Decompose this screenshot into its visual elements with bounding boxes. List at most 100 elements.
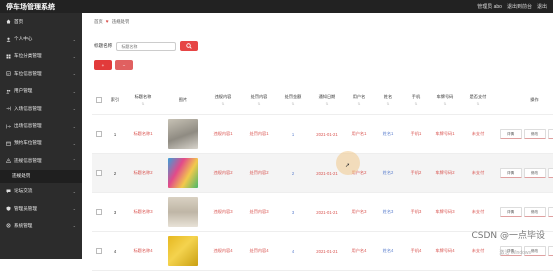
cell-plate: 车牌号码1 — [430, 115, 460, 154]
cell-penalty: 处罚内容3 — [242, 193, 276, 232]
cell-plate: 车牌号码4 — [430, 232, 460, 271]
column-header[interactable]: 是否支付⇅ — [460, 86, 496, 115]
cell-title[interactable]: 标题名称4 — [124, 232, 162, 271]
user-icon — [6, 37, 11, 42]
action-row: + − — [94, 60, 133, 70]
search-input[interactable] — [116, 42, 176, 51]
admin-icon — [6, 206, 11, 211]
edit-button[interactable]: 修改 — [524, 129, 546, 139]
sidebar-item-label: 用户管理 — [14, 88, 32, 94]
cell-index: 4 — [106, 232, 124, 271]
cell-date: 2021-01-21 — [310, 115, 344, 154]
cell-paid: 未支付 — [460, 193, 496, 232]
sidebar-item-entry[interactable]: 入场信息管理 ⌄ — [0, 100, 82, 117]
sidebar-item-system[interactable]: 系统管理 ⌄ — [0, 217, 82, 234]
cell-title[interactable]: 标题名称3 — [124, 193, 162, 232]
row-image — [168, 197, 198, 227]
row-checkbox[interactable] — [96, 131, 102, 137]
cell-penalty: 处罚内容4 — [242, 232, 276, 271]
add-button[interactable]: + — [94, 60, 112, 70]
sidebar-item-violation[interactable]: 违规信息管理 ⌃ — [0, 152, 82, 169]
sort-icon: ⇅ — [310, 102, 344, 106]
sort-icon: ⇅ — [402, 102, 430, 106]
column-header[interactable]: 通知日期⇅ — [310, 86, 344, 115]
delete-button[interactable]: 删除 — [548, 207, 553, 217]
forum-icon — [6, 189, 11, 194]
return-front-link[interactable]: 退出到前台 — [507, 3, 532, 10]
cell-title[interactable]: 标题名称1 — [124, 115, 162, 154]
sidebar-item-label: 入场信息管理 — [14, 106, 42, 112]
cell-paid: 未支付 — [460, 115, 496, 154]
chevron-up-icon: ⌃ — [73, 158, 76, 163]
detail-button[interactable]: 详情 — [500, 168, 522, 178]
sidebar-item-label: 论坛交流 — [14, 188, 32, 194]
table-row: 2 标题名称2 违规内容2 处罚内容2 2 2021-01-21 用户名2 姓名… — [92, 154, 553, 193]
cell-penalty: 处罚内容1 — [242, 115, 276, 154]
svg-text:P: P — [8, 72, 10, 76]
column-header: 图片 — [162, 86, 204, 115]
column-header[interactable]: 违规内容⇅ — [204, 86, 242, 115]
row-checkbox[interactable] — [96, 248, 102, 254]
delete-button[interactable]: 删除 — [548, 246, 553, 256]
sidebar-item-label: 违规处罚 — [12, 173, 30, 179]
delete-button[interactable]: 删除 — [548, 129, 553, 139]
admin-label: 管理员 abo — [477, 3, 502, 10]
heart-icon: ♥ — [106, 19, 109, 25]
column-header[interactable]: 手机⇅ — [402, 86, 430, 115]
sidebar-item-profile[interactable]: 个人中心 ⌄ — [0, 30, 82, 47]
edit-button[interactable]: 修改 — [524, 168, 546, 178]
row-image — [168, 236, 198, 266]
cell-username: 用户名1 — [344, 115, 374, 154]
delete-button[interactable]: 删除 — [548, 168, 553, 178]
column-header[interactable]: 姓名⇅ — [374, 86, 402, 115]
edit-button[interactable]: 修改 — [524, 207, 546, 217]
cell-title[interactable]: 标题名称2 — [124, 154, 162, 193]
sidebar-item-users[interactable]: 用户管理 ⌄ — [0, 83, 82, 100]
row-image — [168, 119, 198, 149]
select-all-checkbox[interactable] — [96, 97, 102, 103]
search-label: 标题名称 — [94, 43, 112, 49]
sidebar-item-forum[interactable]: 论坛交流 ⌄ — [0, 183, 82, 200]
column-header[interactable]: 处罚内容⇅ — [242, 86, 276, 115]
cell-penalty: 处罚内容2 — [242, 154, 276, 193]
chevron-down-icon: ⌄ — [73, 206, 76, 211]
row-checkbox[interactable] — [96, 170, 102, 176]
sidebar-item-label: 个人中心 — [14, 36, 32, 42]
search-button[interactable] — [180, 41, 198, 51]
sidebar-item-label: 车位分类管理 — [14, 53, 42, 59]
main-content: 首页 ♥ 违规处罚 标题名称 + − 索引 标题名称⇅ 图片 违规内容⇅ 处罚内… — [82, 13, 553, 259]
sort-icon: ⇅ — [276, 102, 310, 106]
entry-icon — [6, 106, 11, 111]
breadcrumb-home[interactable]: 首页 — [94, 19, 103, 25]
table-header-row: 索引 标题名称⇅ 图片 违规内容⇅ 处罚内容⇅ 处罚金额⇅ 通知日期⇅ 用户名⇅… — [92, 86, 553, 115]
column-header[interactable]: 车牌号码⇅ — [430, 86, 460, 115]
column-header[interactable]: 处罚金额⇅ — [276, 86, 310, 115]
sidebar-item-parking-info[interactable]: P 车位信息管理 ⌄ — [0, 65, 82, 82]
sidebar-item-exit[interactable]: 出场信息管理 ⌄ — [0, 117, 82, 134]
header-checkbox-cell — [92, 86, 106, 115]
row-checkbox[interactable] — [96, 209, 102, 215]
cell-index: 1 — [106, 115, 124, 154]
column-header[interactable]: 标题名称⇅ — [124, 86, 162, 115]
mouse-cursor-icon: ➚ — [345, 162, 350, 169]
row-image — [168, 158, 198, 188]
breadcrumb-current: 违规处罚 — [112, 19, 130, 25]
sidebar-item-admin[interactable]: 管理员管理 ⌄ — [0, 200, 82, 217]
logout-link[interactable]: 退出 — [537, 3, 547, 10]
cell-plate: 车牌号码3 — [430, 193, 460, 232]
detail-button[interactable]: 详情 — [500, 207, 522, 217]
sort-icon: ⇅ — [242, 102, 276, 106]
chevron-down-icon: ⌄ — [73, 189, 76, 194]
cell-name: 姓名2 — [374, 154, 402, 193]
cell-amount: 1 — [276, 115, 310, 154]
sidebar-subitem-penalty[interactable]: 违规处罚 — [0, 170, 82, 183]
sidebar-item-label: 系统管理 — [14, 223, 32, 229]
sidebar-item-parking-category[interactable]: 车位分类管理 ⌄ — [0, 48, 82, 65]
sidebar-item-reservation[interactable]: 预约车位管理 ⌄ — [0, 135, 82, 152]
sidebar-item-home[interactable]: 首页 — [0, 13, 82, 30]
parking-icon: P — [6, 71, 11, 76]
column-header[interactable]: 索引 — [106, 86, 124, 115]
column-header[interactable]: 用户名⇅ — [344, 86, 374, 115]
delete-selected-button[interactable]: − — [115, 60, 133, 70]
detail-button[interactable]: 详情 — [500, 129, 522, 139]
